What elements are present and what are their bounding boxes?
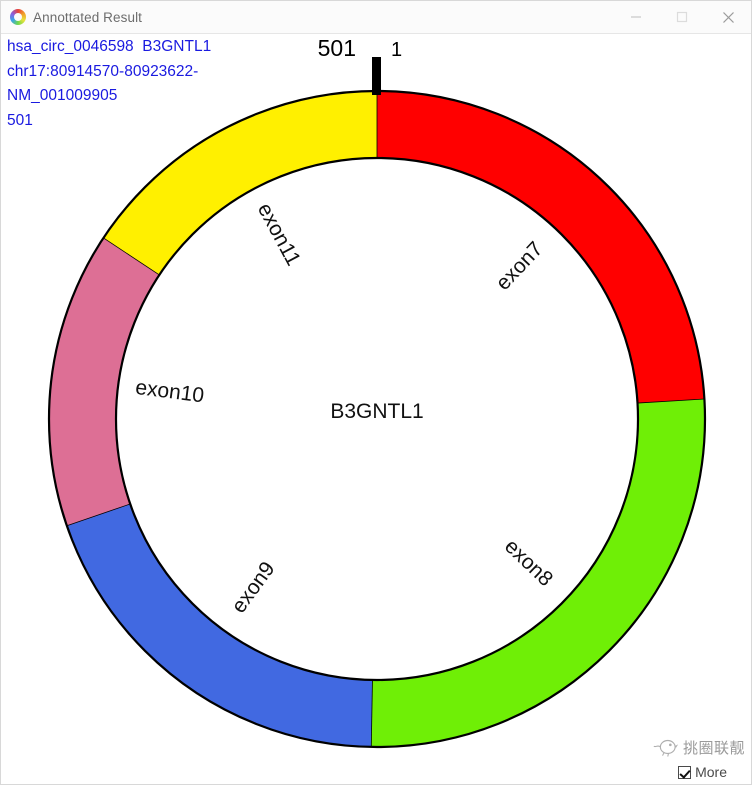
exon-slice-exon9[interactable] — [66, 503, 373, 747]
exon-label-exon8: exon8 — [500, 535, 557, 591]
center-gene-label: B3GNTL1 — [330, 400, 423, 423]
origin-tick-mark — [372, 57, 381, 95]
maximize-icon — [676, 11, 688, 23]
watermark-text: 挑圈联靓 — [682, 738, 745, 757]
exon-label-exon10: exon10 — [134, 376, 205, 408]
minimize-icon — [631, 16, 641, 18]
annotated-result-window: Annottated Result hsa_circ_0046598 B3GNT… — [0, 0, 752, 785]
exon-label-exon9: exon9 — [227, 558, 279, 618]
app-logo-icon — [10, 9, 26, 25]
circular-plot-svg: exon7 exon8 exon9 exon10 exon11 501 1 B3GNTL… — [47, 35, 707, 749]
exon-label-exon11: exon11 — [253, 199, 305, 269]
maximize-button[interactable] — [659, 1, 705, 33]
window-title: Annottated Result — [33, 9, 143, 25]
more-option-row[interactable]: More — [678, 764, 727, 780]
exon-slice-exon11[interactable] — [103, 91, 378, 275]
exon-label-exon7: exon7 — [492, 237, 548, 294]
watermark: 挑圈联靓 — [653, 736, 745, 758]
minimize-button[interactable] — [613, 1, 659, 33]
window-titlebar: Annottated Result — [1, 1, 751, 34]
close-button[interactable] — [705, 1, 751, 33]
tick-label-start: 1 — [391, 39, 402, 61]
more-checkbox[interactable] — [678, 765, 692, 779]
more-label: More — [695, 764, 727, 780]
tick-label-end: 501 — [318, 35, 356, 61]
bird-logo-icon — [653, 739, 679, 757]
circular-rna-plot: exon7 exon8 exon9 exon10 exon11 501 1 B3GNTL… — [1, 34, 752, 786]
close-icon — [722, 11, 734, 23]
